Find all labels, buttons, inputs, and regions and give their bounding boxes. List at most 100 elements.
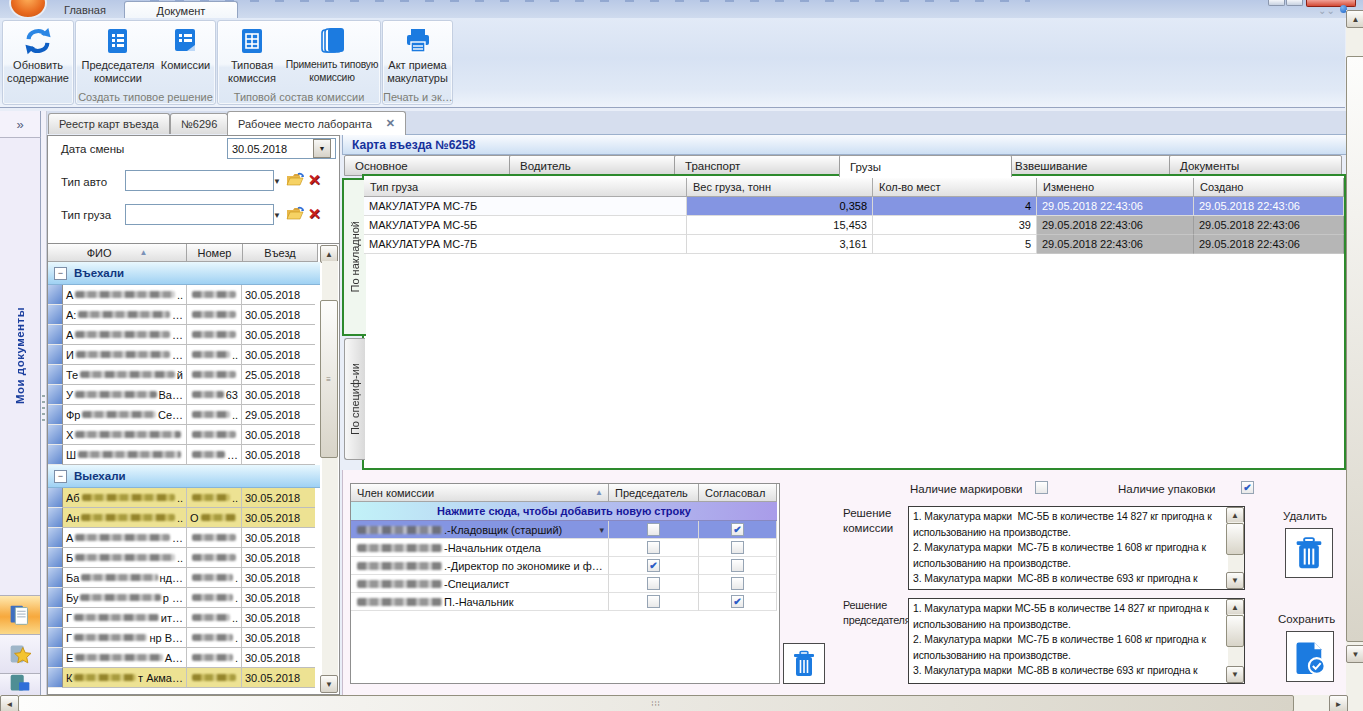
row-selector[interactable] — [48, 425, 63, 445]
auto-type-input[interactable] — [125, 170, 274, 191]
row-selector[interactable] — [48, 668, 63, 688]
combo-arrow-icon[interactable]: ▾ — [599, 525, 604, 535]
sidebar-item-documents[interactable] — [0, 595, 40, 634]
names-scroll-thumb[interactable]: ≡ — [320, 300, 338, 458]
row-selector[interactable] — [48, 405, 63, 425]
card-tab-1[interactable]: Водитель — [509, 155, 682, 176]
apply-typical-commission-button[interactable]: Применить типовую комиссию — [285, 23, 379, 84]
cargo-column-header[interactable]: Кол-во мест — [873, 178, 1037, 197]
packing-checkbox[interactable] — [1241, 481, 1254, 494]
vehicle-row[interactable]: Тей25.05.2018 — [48, 365, 320, 385]
marking-checkbox[interactable] — [1035, 481, 1048, 494]
maximize-button[interactable] — [1286, 0, 1303, 6]
date-dropdown-button[interactable]: ▼ — [313, 139, 331, 158]
row-selector[interactable] — [48, 548, 63, 568]
vehicle-row[interactable]: У Ва…6330.05.2018 — [48, 385, 320, 405]
cargo-row[interactable]: МАКУЛАТУРА МС-7Б0,358429.05.2018 22:43:0… — [364, 197, 1344, 216]
row-selector[interactable] — [48, 305, 63, 325]
side-tab-po-nakladnoy[interactable]: По накладной — [342, 178, 366, 336]
side-tab-po-specifikacii[interactable]: По специф-ии — [344, 338, 365, 460]
minimize-button[interactable] — [1268, 0, 1285, 6]
tab-reestr-kart-vezda[interactable]: Реестр карт въезда — [48, 113, 170, 134]
vehicle-row[interactable]: Кт Акма…30.05.2018 — [48, 668, 320, 688]
chairman-checkbox[interactable] — [647, 559, 660, 572]
agreed-checkbox[interactable] — [731, 577, 744, 590]
commission-row[interactable]: -Начальник отдела — [351, 539, 777, 557]
vehicle-row[interactable]: Аб....30.05.2018 — [48, 488, 320, 508]
agreed-checkbox[interactable] — [731, 541, 744, 554]
tab-rabochee-mesto-laboranta[interactable]: Рабочее место лаборанта ✕ — [227, 111, 406, 135]
group-row[interactable]: −Въехали — [48, 262, 320, 285]
commission-row[interactable]: -Специалист — [351, 575, 777, 593]
card-tab-2[interactable]: Транспорт — [674, 155, 847, 176]
vehicle-row[interactable]: И…..30.05.2018 — [48, 345, 320, 365]
main-scroll-thumb[interactable] — [1346, 56, 1363, 642]
vehicle-row[interactable]: Ш…30.05.2018 — [48, 445, 320, 465]
column-header-predsedatel[interactable]: Председатель — [609, 484, 699, 502]
commission-row[interactable]: П.-Начальник — [351, 593, 777, 611]
auto-clear-icon[interactable]: ✕ — [308, 171, 321, 189]
row-selector[interactable] — [48, 628, 63, 648]
chairman-checkbox[interactable] — [647, 595, 660, 608]
card-tab-5[interactable]: Документы — [1169, 155, 1342, 176]
agreed-checkbox[interactable] — [731, 595, 744, 608]
vehicle-row[interactable]: А…30.05.2018 — [48, 528, 320, 548]
scroll-down-icon[interactable]: ▼ — [1226, 572, 1244, 589]
chairman-decision-textarea[interactable]: 1. Макулатура марки МС-5Б в количестве 1… — [908, 598, 1245, 684]
commission-decision-textarea[interactable]: 1. Макулатура марки МС-5Б в количестве 1… — [908, 506, 1245, 590]
chairman-checkbox[interactable] — [647, 541, 660, 554]
cargo-dropdown-icon[interactable]: ▼ — [273, 211, 281, 220]
row-selector[interactable] — [48, 385, 63, 405]
cargo-column-header[interactable]: Изменено — [1037, 178, 1194, 197]
commission-row[interactable]: .-Директор по экономике и ф… — [351, 557, 777, 575]
tab-n6296[interactable]: №6296 — [170, 113, 228, 134]
column-header-vezd[interactable]: Въезд — [243, 244, 318, 262]
agreed-checkbox[interactable] — [731, 559, 744, 572]
collapse-group-icon[interactable]: − — [54, 267, 67, 280]
column-header-fio[interactable]: ФИО▲ — [48, 244, 187, 262]
delete-member-button[interactable] — [783, 643, 825, 684]
vehicle-row[interactable]: А:…30.05.2018 — [48, 305, 320, 325]
cargo-folder-icon[interactable] — [286, 205, 304, 223]
commission-button[interactable]: Комиссии — [158, 23, 213, 72]
typical-commission-button[interactable]: Типовая комиссия — [219, 23, 285, 84]
cargo-clear-icon[interactable]: ✕ — [308, 205, 321, 223]
row-selector[interactable] — [48, 608, 63, 628]
row-selector[interactable] — [48, 445, 63, 465]
vehicle-row[interactable]: Х30.05.2018 — [48, 425, 320, 445]
waste-paper-act-button[interactable]: Акт приема макулатуры — [385, 23, 450, 84]
vehicle-row[interactable]: Банд….30.05.2018 — [48, 568, 320, 588]
column-header-soglasoval[interactable]: Согласовал — [699, 484, 777, 502]
vehicle-row[interactable]: Ан..О30.05.2018 — [48, 508, 320, 528]
cargo-column-header[interactable]: Вес груза, тонн — [687, 178, 873, 197]
auto-dropdown-icon[interactable]: ▼ — [273, 177, 281, 186]
column-header-nomer[interactable]: Номер — [187, 244, 243, 262]
main-scroll-down-icon[interactable]: ▼ — [1346, 645, 1363, 663]
auto-folder-icon[interactable] — [286, 171, 304, 189]
collapse-ribbon-icon[interactable]: ⌄⌄ — [1318, 5, 1335, 16]
cargo-row[interactable]: МАКУЛАТУРА МС-5Б15,4533929.05.2018 22:43… — [364, 216, 1344, 235]
chairman-checkbox[interactable] — [647, 523, 660, 536]
agreed-checkbox[interactable] — [731, 523, 744, 536]
vehicle-row[interactable]: А…30.05.2018 — [48, 325, 320, 345]
row-selector[interactable] — [48, 488, 63, 508]
ribbon-tab-dokument[interactable]: Документ — [124, 1, 238, 19]
vehicle-row[interactable]: Б..30.05.2018 — [48, 548, 320, 568]
add-new-row-button[interactable]: Нажмите сюда, чтобы добавить новую строк… — [351, 502, 777, 521]
chairman-checkbox[interactable] — [647, 577, 660, 590]
cargo-column-header[interactable]: Тип груза — [364, 178, 687, 197]
main-scroll-up-icon[interactable]: ▲ — [1346, 10, 1363, 28]
vehicle-row[interactable]: ЕА….30.05.2018 — [48, 648, 320, 668]
vehicle-row[interactable]: Бур ….30.05.2018 — [48, 588, 320, 608]
save-button[interactable] — [1286, 631, 1334, 682]
main-scroll-right-icon[interactable]: ► — [1329, 695, 1348, 711]
row-selector[interactable] — [48, 648, 63, 668]
scroll-thumb[interactable] — [1226, 615, 1244, 647]
row-selector[interactable] — [48, 528, 63, 548]
vehicle-row[interactable]: А..30.05.2018 — [48, 285, 320, 305]
close-tab-icon[interactable]: ✕ — [386, 117, 395, 130]
row-selector[interactable] — [48, 508, 63, 528]
scroll-thumb[interactable] — [1226, 523, 1244, 555]
vehicle-row[interactable]: Гит…..30.05.2018 — [48, 608, 320, 628]
main-hscroll-thumb[interactable]: ⁞⁞⁞ — [18, 695, 1294, 711]
